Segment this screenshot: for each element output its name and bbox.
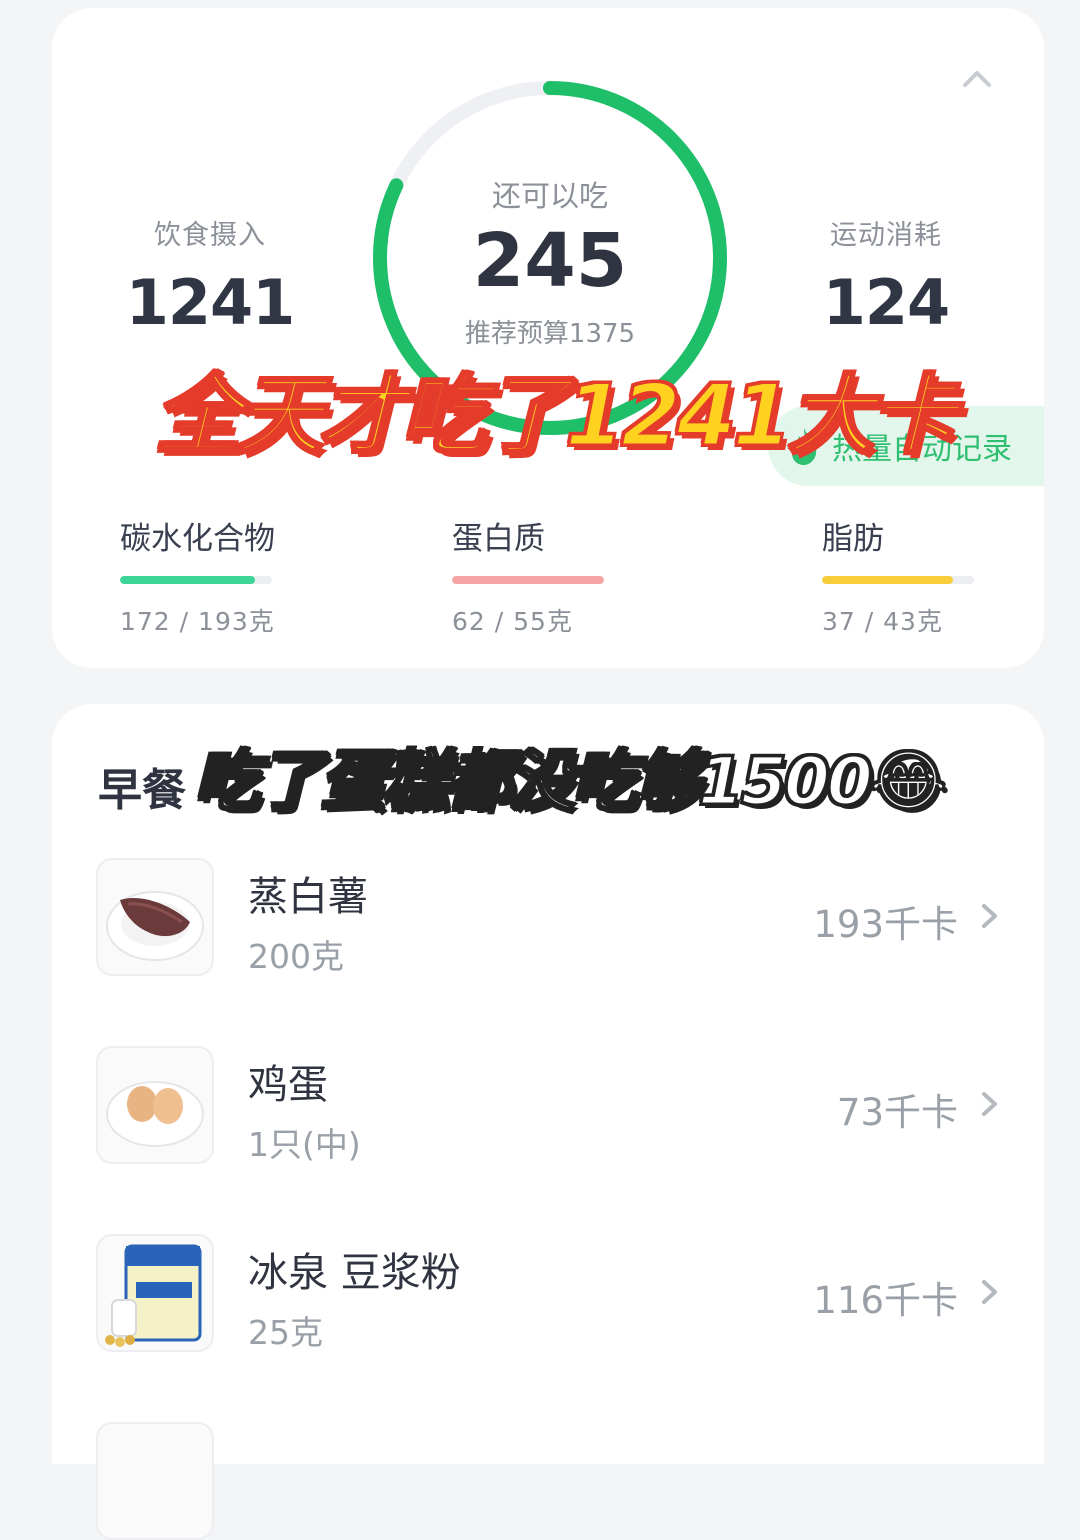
macro-progress-fill — [822, 576, 953, 584]
intake-value: 1241 — [125, 266, 296, 339]
chevron-right-icon — [982, 1280, 997, 1304]
food-item[interactable]: 蒸白薯 200克 193千卡 — [96, 858, 1006, 976]
food-name: 鸡蛋 — [248, 1062, 328, 1108]
remaining-value: 245 — [472, 218, 628, 304]
macro-amount: 62 / 55克 — [452, 607, 573, 636]
chevron-up-icon[interactable] — [957, 63, 997, 93]
food-calories: 193千卡 — [813, 903, 958, 946]
calorie-summary-card: 饮食摄入 1241 还可以吃 245 推荐预算1375 运动消耗 124 热量自… — [52, 8, 1044, 668]
soy-milk-powder-icon — [96, 1234, 214, 1352]
macro-protein: 蛋白质 62 / 55克 — [452, 513, 712, 638]
food-name: 冰泉 豆浆粉 — [248, 1250, 461, 1296]
food-name: 蒸白薯 — [248, 874, 368, 920]
macro-carbs: 碳水化合物 172 / 193克 — [120, 513, 380, 638]
food-quantity: 200克 — [248, 937, 344, 976]
exercise-burn-stat[interactable]: 运动消耗 124 — [766, 213, 1006, 339]
overlay-caption-title: 全天才吃了1241大卡 — [154, 365, 958, 468]
macro-name: 碳水化合物 — [120, 521, 275, 557]
macro-amount: 37 / 43克 — [822, 607, 943, 636]
sweet-potato-icon — [96, 858, 214, 976]
burn-label: 运动消耗 — [830, 220, 942, 251]
intake-stat[interactable]: 饮食摄入 1241 — [90, 213, 330, 339]
macro-progress-bar — [822, 576, 974, 584]
macro-name: 脂肪 — [822, 521, 884, 557]
chevron-right-icon — [982, 1092, 997, 1116]
food-calories: 73千卡 — [836, 1091, 958, 1134]
meal-title: 早餐 — [98, 765, 186, 816]
macro-amount: 172 / 193克 — [120, 607, 275, 636]
overlay-caption-subtitle: 吃了蛋糕都没吃够1500😂 — [193, 742, 949, 822]
food-item[interactable]: 鸡蛋 1只(中) 73千卡 — [96, 1046, 1006, 1164]
macro-progress-bar — [120, 576, 272, 584]
intake-label: 饮食摄入 — [154, 220, 266, 251]
eggs-icon — [96, 1046, 214, 1164]
food-quantity: 25克 — [248, 1313, 323, 1352]
remaining-label: 还可以吃 — [491, 179, 608, 213]
macro-progress-bar — [452, 576, 604, 584]
macro-progress-fill — [120, 576, 256, 584]
burn-value: 124 — [822, 266, 950, 339]
macro-progress-fill — [452, 576, 604, 584]
macro-name: 蛋白质 — [452, 521, 545, 557]
food-quantity: 1只(中) — [248, 1125, 361, 1164]
breakfast-card: 早餐 吃了蛋糕都没吃够1500😂 蒸白薯 200克 193千卡 鸡蛋 1只(中)… — [52, 704, 1044, 1540]
food-item[interactable]: 冰泉 豆浆粉 25克 116千卡 — [96, 1234, 1006, 1352]
food-calories: 116千卡 — [813, 1279, 958, 1322]
macro-fat: 脂肪 37 / 43克 — [822, 513, 1080, 638]
chevron-right-icon — [982, 904, 997, 928]
